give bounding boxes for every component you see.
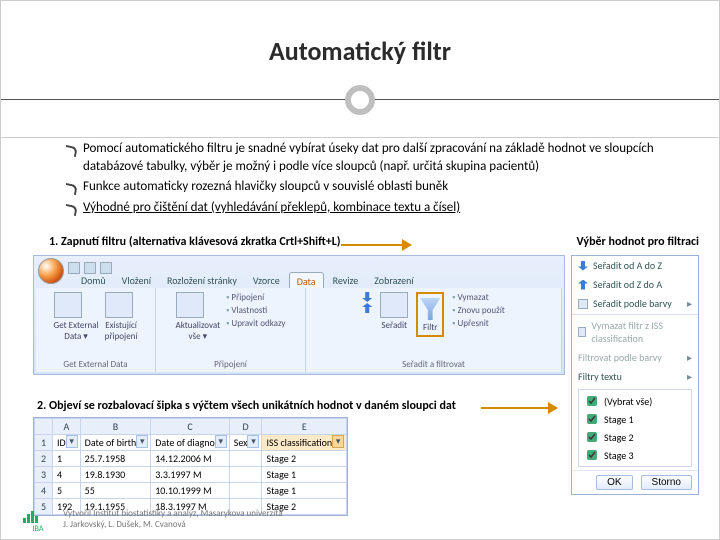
connections-link[interactable]: Připojení <box>226 292 285 303</box>
funnel-icon[interactable] <box>420 298 440 320</box>
cell[interactable]: 10.10.1999 M <box>151 483 230 499</box>
col-header[interactable]: E <box>262 419 347 435</box>
row-number[interactable]: 2 <box>35 451 53 467</box>
title-ornament-circle <box>345 85 375 115</box>
filter-value-all[interactable]: (Vybrat vše) <box>583 393 687 409</box>
existing-connections-label: Existující připojení <box>105 320 138 342</box>
bullet-item: Pomocí automatického filtru je snadné vy… <box>83 140 691 175</box>
row-number[interactable]: 3 <box>35 467 53 483</box>
cell[interactable]: 5 <box>53 483 81 499</box>
filter-values-list: (Vybrat vše) Stage 1 Stage 2 Stage 3 <box>578 389 692 467</box>
office-button[interactable] <box>38 258 64 284</box>
filter-header-dob[interactable]: Date of birth <box>80 435 151 451</box>
bullet-list: Pomocí automatického filtru je snadné vy… <box>43 140 691 219</box>
clear-filter-link[interactable]: Vymazat <box>452 292 505 303</box>
cell[interactable]: 25.7.1958 <box>80 451 151 467</box>
col-header[interactable]: A <box>53 419 81 435</box>
sort-az-icon <box>578 261 588 271</box>
step-1-label: 1. Zapnutí filtru (alternativa klávesová… <box>49 235 341 249</box>
cell[interactable]: 4 <box>53 467 81 483</box>
filter-header-id[interactable]: ID <box>53 435 81 451</box>
sort-az-icon[interactable] <box>362 292 372 302</box>
group-caption: Seřadit a filtrovat <box>306 359 561 370</box>
arrow-icon <box>341 244 411 246</box>
filter-header-diag[interactable]: Date of diagno <box>151 435 230 451</box>
cancel-button[interactable]: Storno <box>641 475 692 490</box>
group-caption: Get External Data <box>36 359 155 370</box>
filter-header-iss[interactable]: ISS classification <box>262 435 347 451</box>
group-caption: Připojení <box>156 359 305 370</box>
advanced-link[interactable]: Upřesnit <box>452 318 505 329</box>
filter-value-item[interactable]: Stage 2 <box>583 429 687 445</box>
bullet-item: Funkce automaticky rozezná hlavičky slou… <box>83 178 691 196</box>
filter-button-highlight: Filtr <box>416 292 444 337</box>
filter-header-sex[interactable]: Sex <box>229 435 262 451</box>
sort-za-icon <box>578 280 588 290</box>
spreadsheet: A B C D E 1 ID Date of birth Date of dia… <box>33 417 348 516</box>
group-external-data: Get External Data ▾ Existující připojení… <box>36 288 156 372</box>
palette-icon <box>578 299 588 309</box>
filter-values-label: Výběr hodnot pro filtraci <box>576 235 699 249</box>
col-header[interactable]: C <box>151 419 230 435</box>
external-data-icon[interactable] <box>54 292 82 318</box>
iba-logo: IBA <box>23 511 53 533</box>
slide-title: Automatický filtr <box>1 35 719 67</box>
properties-link[interactable]: Vlastnosti <box>226 305 285 316</box>
step-2-label: 2. Objeví se rozbalovací šipka s výčtem … <box>37 399 456 413</box>
text-filters-item[interactable]: Filtry textu <box>572 367 698 386</box>
checkbox[interactable] <box>587 450 597 460</box>
ok-button[interactable]: OK <box>596 475 632 490</box>
cell[interactable]: Stage 2 <box>262 451 347 467</box>
row-number[interactable]: 1 <box>35 435 53 451</box>
existing-connections-icon[interactable] <box>105 292 133 318</box>
sort-za-item[interactable]: Seřadit od Z do A <box>572 275 698 294</box>
sort-az-item[interactable]: Seřadit od A do Z <box>572 256 698 275</box>
cell[interactable]: 1 <box>53 451 81 467</box>
corner-cell[interactable] <box>35 419 53 435</box>
col-header[interactable]: B <box>80 419 151 435</box>
cell[interactable]: Stage 1 <box>262 467 347 483</box>
cell[interactable]: 14.12.2006 M <box>151 451 230 467</box>
row-number[interactable]: 4 <box>35 483 53 499</box>
checkbox[interactable] <box>587 432 597 442</box>
external-data-label: Get External Data ▾ <box>54 320 99 342</box>
col-header[interactable]: D <box>229 419 262 435</box>
group-connections: Aktualizovat vše ▾ Připojení Vlastnosti … <box>156 288 306 372</box>
filter-value-item[interactable]: Stage 1 <box>583 411 687 427</box>
group-sort-filter: Seřadit Filtr Vymazat Znovu použít Upřes… <box>306 288 562 372</box>
cell[interactable]: Stage 1 <box>262 483 347 499</box>
sort-label: Seřadit <box>380 320 408 331</box>
clear-filter-item: Vymazat filtr z ISS classification <box>572 316 698 348</box>
sort-za-icon[interactable] <box>362 303 372 313</box>
footer-credits: Vytvořil Institut biostatistiky a analýz… <box>63 508 283 531</box>
checkbox[interactable] <box>587 396 597 406</box>
bullet-item: Výhodné pro čištění dat (vyhledávání pře… <box>83 199 691 217</box>
filter-label: Filtr <box>420 322 440 333</box>
refresh-all-label: Aktualizovat vše ▾ <box>176 320 221 342</box>
cell[interactable]: 55 <box>80 483 151 499</box>
sort-by-color-item[interactable]: Seřadit podle barvy <box>572 294 698 313</box>
checkbox[interactable] <box>587 414 597 424</box>
arrow-icon <box>481 407 557 409</box>
reapply-link[interactable]: Znovu použít <box>452 305 505 316</box>
filter-value-item[interactable]: Stage 3 <box>583 447 687 463</box>
refresh-all-icon[interactable] <box>176 292 204 318</box>
filter-by-color-item: Filtrovat podle barvy <box>572 348 698 367</box>
autofilter-dropdown: Seřadit od A do Z Seřadit od Z do A Seřa… <box>571 255 699 495</box>
edit-links-link[interactable]: Upravit odkazy <box>226 318 285 329</box>
cell[interactable]: 3.3.1997 M <box>151 467 230 483</box>
sort-icon[interactable] <box>380 292 408 318</box>
excel-ribbon: Domů Vložení Rozložení stránky Vzorce Da… <box>33 255 565 375</box>
cell[interactable]: 19.8.1930 <box>80 467 151 483</box>
clear-filter-icon <box>578 327 586 337</box>
